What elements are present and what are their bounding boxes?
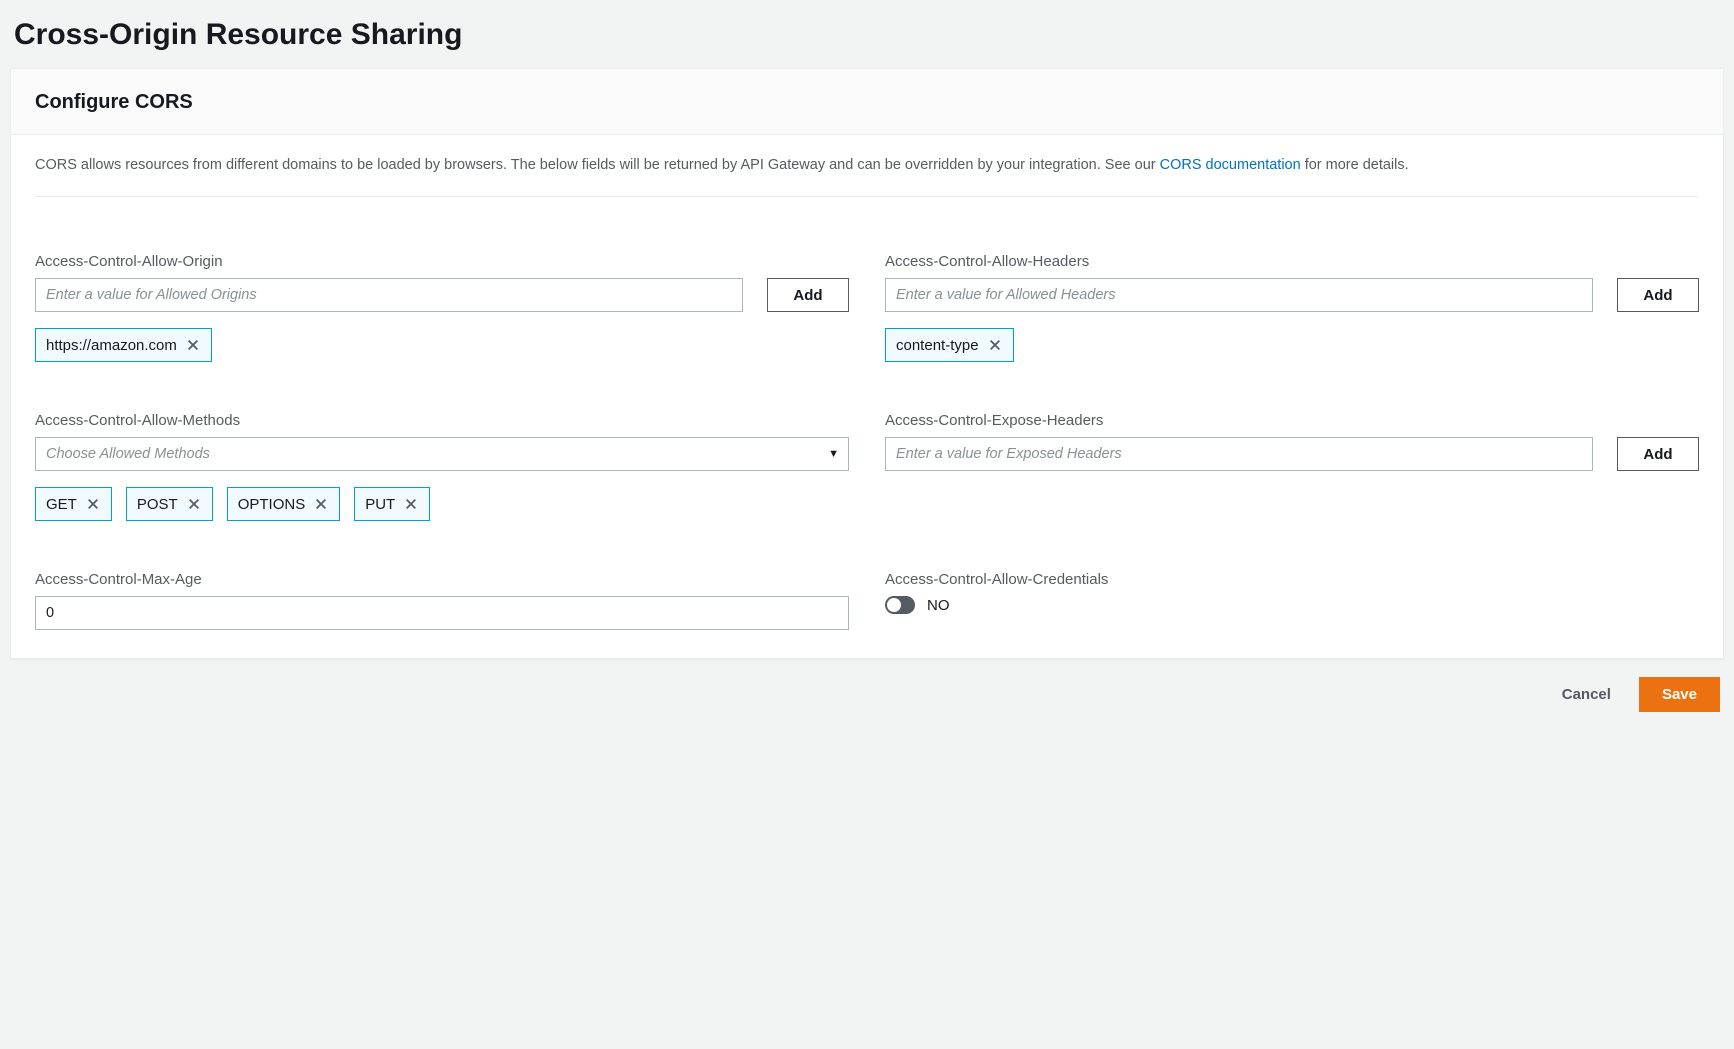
close-icon[interactable] bbox=[185, 337, 201, 353]
expose-headers-input[interactable] bbox=[885, 437, 1593, 471]
close-icon[interactable] bbox=[85, 496, 101, 512]
expose-headers-add-button[interactable]: Add bbox=[1617, 437, 1699, 471]
allow-origin-add-button[interactable]: Add bbox=[767, 278, 849, 312]
select-placeholder: Choose Allowed Methods bbox=[46, 446, 210, 462]
panel-heading: Configure CORS bbox=[35, 91, 1699, 114]
allow-methods-token-post: POST bbox=[126, 487, 213, 521]
allow-headers-token: content-type bbox=[885, 328, 1014, 362]
allow-credentials-state: NO bbox=[927, 597, 950, 614]
allow-methods-label: Access-Control-Allow-Methods bbox=[35, 412, 849, 429]
allow-credentials-field: Access-Control-Allow-Credentials NO bbox=[885, 571, 1699, 630]
max-age-field: Access-Control-Max-Age bbox=[35, 571, 849, 630]
page-title: Cross-Origin Resource Sharing bbox=[10, 0, 1724, 68]
max-age-label: Access-Control-Max-Age bbox=[35, 571, 849, 588]
allow-headers-add-button[interactable]: Add bbox=[1617, 278, 1699, 312]
allow-credentials-label: Access-Control-Allow-Credentials bbox=[885, 571, 1699, 588]
configure-cors-panel: Configure CORS CORS allows resources fro… bbox=[10, 68, 1724, 659]
token-label: PUT bbox=[365, 496, 395, 513]
close-icon[interactable] bbox=[403, 496, 419, 512]
expose-headers-field: Access-Control-Expose-Headers Add bbox=[885, 412, 1699, 521]
token-label: content-type bbox=[896, 337, 979, 354]
token-label: https://amazon.com bbox=[46, 337, 177, 354]
panel-intro: CORS allows resources from different dom… bbox=[35, 155, 1699, 197]
allow-credentials-toggle[interactable] bbox=[885, 596, 915, 614]
toggle-knob bbox=[887, 598, 901, 612]
allow-methods-field: Access-Control-Allow-Methods Choose Allo… bbox=[35, 412, 849, 521]
token-label: POST bbox=[137, 496, 178, 513]
close-icon[interactable] bbox=[987, 337, 1003, 353]
allow-headers-field: Access-Control-Allow-Headers Add content… bbox=[885, 253, 1699, 362]
intro-text-before: CORS allows resources from different dom… bbox=[35, 157, 1160, 173]
cors-docs-link[interactable]: CORS documentation bbox=[1160, 157, 1301, 173]
expose-headers-label: Access-Control-Expose-Headers bbox=[885, 412, 1699, 429]
max-age-input[interactable] bbox=[35, 596, 849, 630]
cancel-button[interactable]: Cancel bbox=[1546, 677, 1627, 712]
allow-methods-token-options: OPTIONS bbox=[227, 487, 341, 521]
token-label: GET bbox=[46, 496, 77, 513]
close-icon[interactable] bbox=[313, 496, 329, 512]
token-label: OPTIONS bbox=[238, 496, 306, 513]
allow-methods-token-put: PUT bbox=[354, 487, 430, 521]
allow-origin-label: Access-Control-Allow-Origin bbox=[35, 253, 849, 270]
panel-header: Configure CORS bbox=[11, 69, 1723, 135]
allow-methods-token-get: GET bbox=[35, 487, 112, 521]
allow-origin-field: Access-Control-Allow-Origin Add https://… bbox=[35, 253, 849, 362]
allow-headers-label: Access-Control-Allow-Headers bbox=[885, 253, 1699, 270]
allow-origin-token: https://amazon.com bbox=[35, 328, 212, 362]
intro-text-after: for more details. bbox=[1301, 157, 1409, 173]
allow-origin-input[interactable] bbox=[35, 278, 743, 312]
allow-methods-select[interactable]: Choose Allowed Methods bbox=[35, 437, 849, 471]
form-footer: Cancel Save bbox=[10, 659, 1724, 712]
allow-headers-input[interactable] bbox=[885, 278, 1593, 312]
save-button[interactable]: Save bbox=[1639, 677, 1720, 712]
close-icon[interactable] bbox=[186, 496, 202, 512]
